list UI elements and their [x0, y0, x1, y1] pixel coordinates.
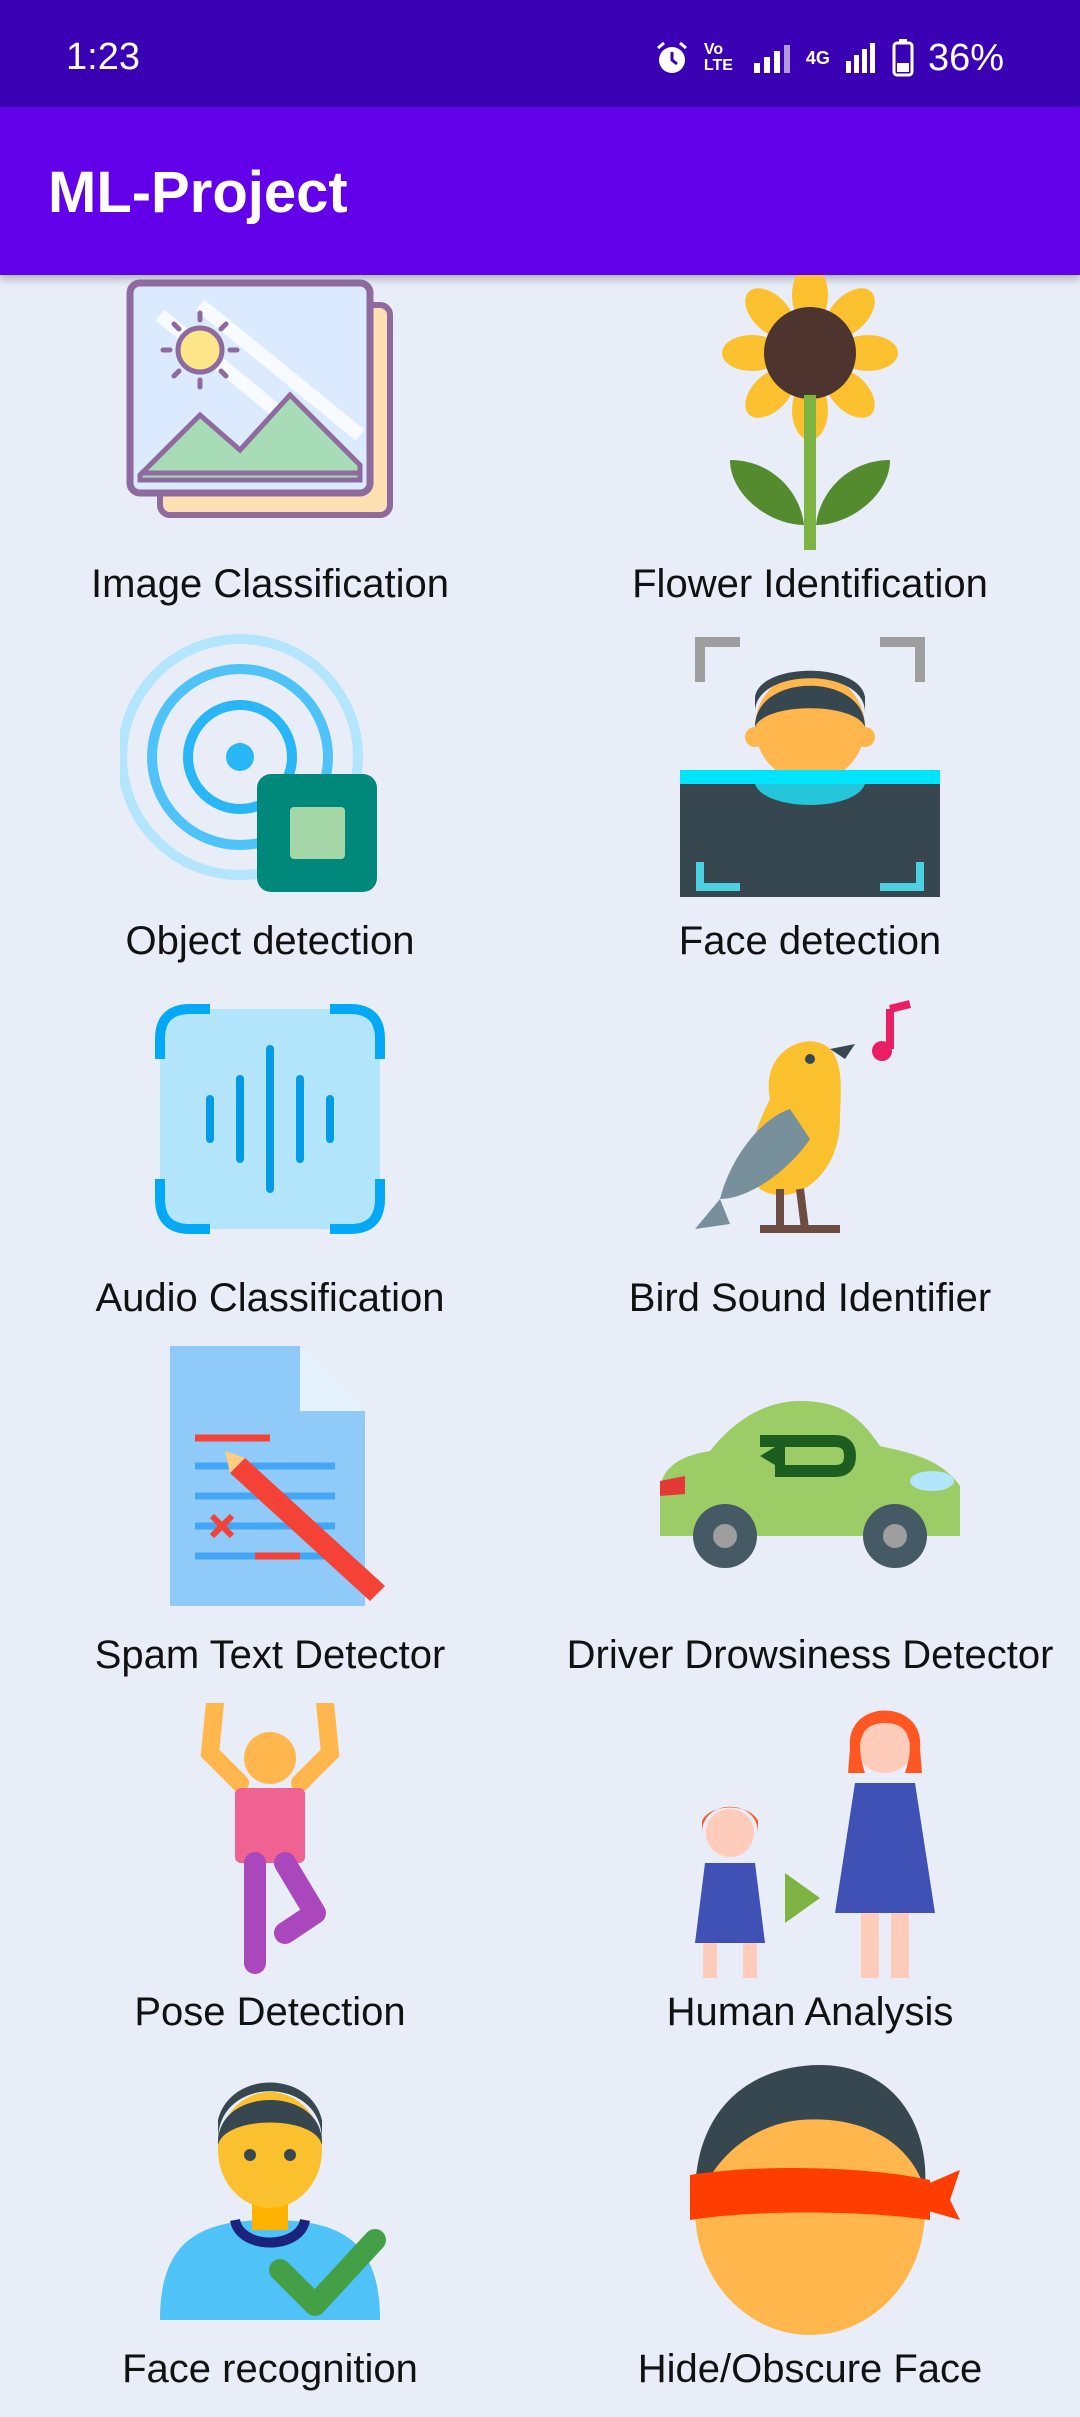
- feature-audio-classification[interactable]: Audio Classification: [0, 989, 540, 1346]
- feature-label: Pose Detection: [134, 1990, 406, 2034]
- feature-grid: Image Classification Flower Identificati…: [0, 275, 1080, 2400]
- feature-label: Object detection: [125, 919, 415, 963]
- feature-label: Human Analysis: [666, 1990, 954, 2034]
- feature-label: Bird Sound Identifier: [628, 1276, 992, 1320]
- feature-label: Audio Classification: [95, 1276, 445, 1320]
- status-icons: Vo LTE 4G 36%: [654, 36, 1004, 80]
- face-scan-icon: [680, 637, 940, 897]
- status-bar: 1:23 Vo LTE 4G 36%: [0, 0, 1080, 107]
- image-gallery-icon: [126, 279, 393, 518]
- singing-bird-icon: [695, 1000, 911, 1233]
- feature-face-detection[interactable]: Face detection: [540, 632, 1080, 989]
- signal-icon: [753, 45, 790, 73]
- feature-label: Driver Drowsiness Detector: [566, 1633, 1054, 1677]
- car-icon: [660, 1401, 960, 1568]
- sunflower-icon: [722, 275, 898, 550]
- radar-target-icon: [120, 634, 377, 892]
- feature-image-classification[interactable]: Image Classification: [0, 275, 540, 632]
- signal-2-icon: [845, 43, 875, 73]
- document-edit-icon: [170, 1346, 385, 1606]
- person-check-icon: [160, 2082, 386, 2320]
- battery-percent: 36%: [927, 36, 1004, 79]
- blindfold-face-icon: [690, 2065, 960, 2335]
- network-type: 4G: [805, 47, 830, 68]
- audio-wave-icon: [155, 1004, 385, 1234]
- feature-driver-drowsiness-detector[interactable]: Driver Drowsiness Detector: [540, 1346, 1080, 1703]
- feature-human-analysis[interactable]: Human Analysis: [540, 1703, 1080, 2060]
- feature-spam-text-detector[interactable]: Spam Text Detector: [0, 1346, 540, 1703]
- volte-indicator: Vo LTE: [703, 41, 733, 74]
- app-title: ML-Project: [48, 160, 348, 225]
- feature-label: Face recognition: [122, 2347, 418, 2391]
- yoga-pose-icon: [200, 1703, 340, 1974]
- status-time: 1:23: [66, 36, 140, 78]
- feature-label: Spam Text Detector: [94, 1633, 446, 1677]
- feature-face-recognition[interactable]: Face recognition: [0, 2060, 540, 2417]
- feature-hide-obscure-face[interactable]: Hide/Obscure Face: [540, 2060, 1080, 2417]
- feature-label: Flower Identification: [632, 562, 988, 606]
- feature-bird-sound-identifier[interactable]: Bird Sound Identifier: [540, 989, 1080, 1346]
- battery-icon: [892, 39, 914, 77]
- feature-label: Hide/Obscure Face: [637, 2347, 983, 2391]
- feature-label: Image Classification: [91, 562, 449, 606]
- app-bar: ML-Project: [0, 107, 1080, 275]
- feature-label: Face detection: [678, 919, 942, 963]
- feature-object-detection[interactable]: Object detection: [0, 632, 540, 989]
- feature-pose-detection[interactable]: Pose Detection: [0, 1703, 540, 2060]
- feature-flower-identification[interactable]: Flower Identification: [540, 275, 1080, 632]
- alarm-icon: [656, 41, 687, 73]
- child-to-adult-icon: [695, 1710, 935, 1978]
